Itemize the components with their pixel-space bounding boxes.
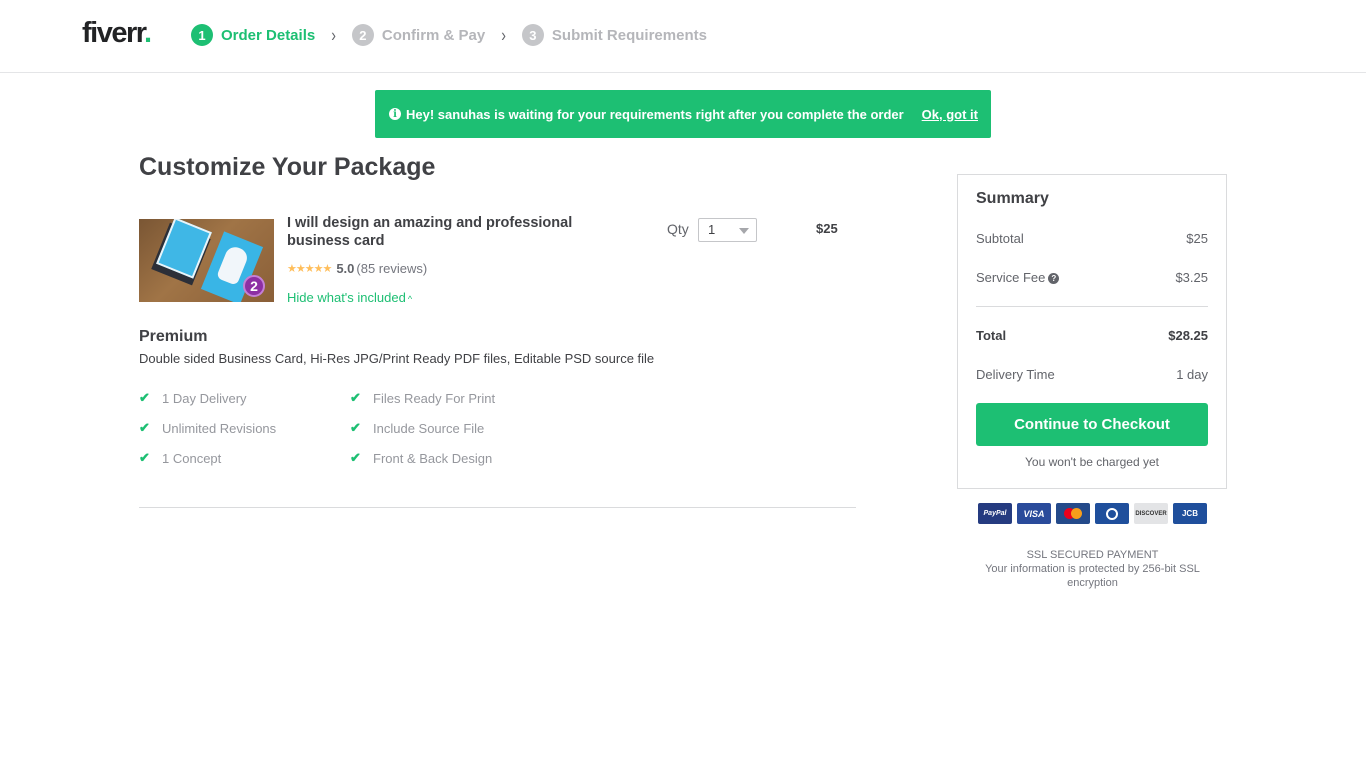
feature-label: Files Ready For Print: [373, 390, 496, 406]
info-icon: i: [389, 108, 401, 120]
service-fee-value: $3.25: [1175, 270, 1208, 285]
ssl-title: SSL SECURED PAYMENT: [1026, 549, 1159, 561]
hide-included-toggle[interactable]: Hide what's included ^: [287, 290, 412, 305]
qty-label: Qty: [667, 221, 689, 237]
requirements-banner: i Hey! sanuhas is waiting for your requi…: [375, 90, 991, 138]
order-summary: Summary Subtotal $25 Service Fee? $3.25 …: [957, 174, 1227, 489]
gig-thumbnail: 2: [139, 219, 274, 302]
total-value: $28.25: [1168, 328, 1208, 343]
service-fee-row: Service Fee? $3.25: [976, 270, 1208, 285]
service-fee-label: Service Fee: [976, 270, 1046, 285]
subtotal-label: Subtotal: [976, 231, 1024, 246]
diners-club-icon: [1095, 503, 1129, 524]
feature-label: 1 Day Delivery: [162, 390, 247, 406]
feature-label: Include Source File: [373, 420, 485, 436]
check-icon: ✔: [350, 450, 361, 465]
step-order-details: 1 Order Details: [191, 24, 315, 46]
subtotal-row: Subtotal $25: [976, 231, 1208, 246]
help-icon[interactable]: ?: [1048, 273, 1060, 285]
step-number: 3: [521, 24, 544, 46]
subtotal-value: $25: [1186, 231, 1208, 246]
feature-item: ✔ 1 Concept: [139, 449, 350, 467]
check-icon: ✔: [350, 390, 361, 405]
not-charged-note: You won't be charged yet: [1025, 455, 1159, 469]
feature-label: Unlimited Revisions: [162, 420, 277, 436]
star-rating-icon: ★★★★★: [287, 263, 332, 275]
review-count: (85 reviews): [356, 261, 428, 276]
level-badge: 2: [243, 275, 265, 297]
gig-title: I will design an amazing and professiona…: [287, 215, 573, 249]
total-row: Total $28.25: [976, 328, 1208, 343]
step-number: 2: [351, 24, 374, 46]
continue-to-checkout-button[interactable]: Continue to Checkout: [976, 403, 1208, 446]
banner-message: Hey! sanuhas is waiting for your require…: [406, 106, 904, 122]
rating-score: 5.0: [336, 261, 355, 276]
delivery-time-value: 1 day: [1176, 367, 1208, 382]
ssl-text: Your information is protected by 256-bit…: [985, 563, 1200, 589]
checkout-steps: 1 Order Details › 2 Confirm & Pay › 3 Su…: [191, 24, 707, 46]
ssl-notice: SSL SECURED PAYMENT Your information is …: [960, 548, 1225, 590]
check-icon: ✔: [139, 390, 150, 405]
gig-price: $25: [816, 221, 838, 236]
feature-label: 1 Concept: [162, 450, 222, 466]
summary-title: Summary: [976, 190, 1049, 207]
step-confirm-pay: 2 Confirm & Pay: [351, 24, 486, 46]
gig-rating: ★★★★★ 5.0 (85 reviews): [287, 261, 427, 276]
dismiss-banner-link[interactable]: Ok, got it: [922, 107, 978, 122]
feature-item: ✔ Files Ready For Print: [350, 389, 561, 407]
feature-item: ✔ Unlimited Revisions: [139, 419, 350, 437]
jcb-icon: JCB: [1173, 503, 1207, 524]
step-label: Confirm & Pay: [381, 26, 486, 44]
toggle-label: Hide what's included: [287, 290, 406, 305]
chevron-right-icon: ›: [331, 24, 336, 46]
top-header: fiverr. 1 Order Details › 2 Confirm & Pa…: [0, 0, 1366, 73]
quantity-value: 1: [708, 222, 716, 237]
chevron-up-icon: ^: [407, 294, 413, 304]
check-icon: ✔: [139, 420, 150, 435]
feature-item: ✔ Include Source File: [350, 419, 561, 437]
payment-methods: PayPal VISA DISCOVER JCB: [978, 503, 1207, 524]
step-submit-requirements: 3 Submit Requirements: [521, 24, 707, 46]
delivery-time-row: Delivery Time 1 day: [976, 367, 1208, 382]
mastercard-icon: [1056, 503, 1090, 524]
step-label: Order Details: [221, 26, 316, 44]
step-number: 1: [191, 24, 213, 46]
package-name: Premium: [139, 328, 208, 345]
fiverr-logo[interactable]: fiverr.: [82, 17, 152, 50]
package-description: Double sided Business Card, Hi-Res JPG/P…: [139, 351, 655, 366]
feature-label: Front & Back Design: [373, 450, 493, 466]
delivery-time-label: Delivery Time: [976, 367, 1055, 382]
visa-icon: VISA: [1017, 503, 1051, 524]
step-label: Submit Requirements: [551, 26, 707, 44]
quantity-select[interactable]: 1: [698, 218, 757, 242]
total-label: Total: [976, 328, 1007, 343]
check-icon: ✔: [139, 450, 150, 465]
check-icon: ✔: [350, 420, 361, 435]
feature-item: ✔ 1 Day Delivery: [139, 389, 350, 407]
feature-item: ✔ Front & Back Design: [350, 449, 561, 467]
page-title: Customize Your Package: [139, 153, 436, 181]
chevron-right-icon: ›: [501, 24, 506, 46]
section-divider: [139, 507, 856, 508]
dropdown-arrow-icon: [739, 228, 749, 234]
package-features: ✔ 1 Day Delivery ✔ Files Ready For Print ✔…: [139, 389, 559, 467]
paypal-icon: PayPal: [978, 503, 1012, 524]
discover-icon: DISCOVER: [1134, 503, 1168, 524]
summary-divider: [976, 306, 1208, 307]
